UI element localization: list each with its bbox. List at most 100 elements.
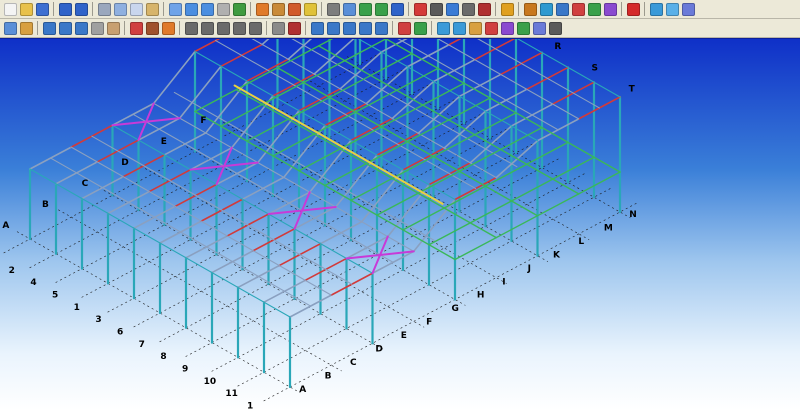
calculator-icon[interactable] bbox=[303, 2, 317, 16]
cut-icon[interactable] bbox=[216, 2, 230, 16]
shear-diagram-icon[interactable] bbox=[468, 21, 482, 35]
open-folder-icon[interactable] bbox=[19, 2, 33, 16]
pile-icon[interactable] bbox=[145, 21, 159, 35]
design-icon[interactable] bbox=[603, 2, 617, 16]
edit-icon[interactable] bbox=[271, 21, 285, 35]
grid-letter-label: K bbox=[553, 250, 561, 260]
window-icon[interactable] bbox=[168, 2, 182, 16]
display-icon[interactable] bbox=[681, 2, 695, 16]
footing-icon[interactable] bbox=[129, 21, 143, 35]
offset-icon[interactable] bbox=[358, 21, 372, 35]
stop-icon[interactable] bbox=[626, 2, 640, 16]
select-icon[interactable] bbox=[326, 2, 340, 16]
structural-model-canvas[interactable]: 124513678910111ABCDEFABCDEFGHIJKLMNMNOPQ… bbox=[0, 39, 800, 410]
dimension-icon[interactable] bbox=[429, 2, 443, 16]
toolbar-separator bbox=[408, 2, 409, 16]
print-icon[interactable] bbox=[97, 2, 111, 16]
grid-letter-label: E bbox=[401, 331, 407, 341]
grid-letter-label: R bbox=[554, 42, 561, 52]
redo-icon[interactable] bbox=[74, 2, 88, 16]
toolbar-separator bbox=[92, 2, 93, 16]
node-icon[interactable] bbox=[477, 2, 491, 16]
rotate-left-icon[interactable] bbox=[184, 2, 198, 16]
line-icon[interactable] bbox=[184, 21, 198, 35]
close-view-icon[interactable] bbox=[548, 21, 562, 35]
results-icon[interactable] bbox=[413, 21, 427, 35]
viewport-background bbox=[0, 39, 800, 410]
report-view-icon[interactable] bbox=[532, 21, 546, 35]
layers-icon[interactable] bbox=[255, 2, 269, 16]
rotate-right-icon[interactable] bbox=[200, 2, 214, 16]
report-icon[interactable] bbox=[287, 2, 301, 16]
node-edit-icon[interactable] bbox=[287, 21, 301, 35]
toolbar-separator bbox=[266, 21, 267, 35]
hinge-icon[interactable] bbox=[326, 21, 340, 35]
snap-icon[interactable] bbox=[445, 2, 459, 16]
3d-model-viewport[interactable]: 124513678910111ABCDEFABCDEFGHIJKLMNMNOPQ… bbox=[0, 39, 800, 410]
grid-letter-label: F bbox=[426, 318, 432, 328]
diagonal-icon[interactable] bbox=[200, 21, 214, 35]
toolbar-separator bbox=[431, 21, 432, 35]
table-icon[interactable] bbox=[271, 2, 285, 16]
grid-letter-label: D bbox=[121, 158, 128, 168]
grid-letter-label: T bbox=[629, 85, 636, 95]
run-analysis-icon[interactable] bbox=[397, 21, 411, 35]
grid-icon[interactable] bbox=[461, 2, 475, 16]
toolbar-separator bbox=[305, 21, 306, 35]
grid-letter-label: H bbox=[477, 291, 485, 301]
deformed-shape-icon[interactable] bbox=[436, 21, 450, 35]
brace-icon[interactable] bbox=[74, 21, 88, 35]
release-icon[interactable] bbox=[342, 21, 356, 35]
grid-letter-label: B bbox=[42, 200, 49, 210]
grid-letter-label: G bbox=[452, 304, 459, 314]
arc-icon[interactable] bbox=[248, 21, 262, 35]
member-icon[interactable] bbox=[555, 2, 569, 16]
print-preview-icon[interactable] bbox=[113, 2, 127, 16]
tree-icon[interactable] bbox=[232, 2, 246, 16]
grid-number-label: 7 bbox=[139, 340, 145, 350]
zoom-in-icon[interactable] bbox=[358, 2, 372, 16]
toolbar-separator bbox=[321, 2, 322, 16]
moment-diagram-icon[interactable] bbox=[452, 21, 466, 35]
cross-brace-icon[interactable] bbox=[232, 21, 246, 35]
material-icon[interactable] bbox=[523, 2, 537, 16]
axis-icon[interactable] bbox=[413, 2, 427, 16]
slab-icon[interactable] bbox=[90, 21, 104, 35]
axial-diagram-icon[interactable] bbox=[484, 21, 498, 35]
reaction-icon[interactable] bbox=[516, 21, 530, 35]
grid-number-label: 6 bbox=[117, 328, 123, 338]
grid-letter-label: I bbox=[502, 277, 505, 287]
paste-icon[interactable] bbox=[145, 2, 159, 16]
connect-icon[interactable] bbox=[374, 21, 388, 35]
toolbar-separator bbox=[621, 2, 622, 16]
grid-number-label: 11 bbox=[225, 389, 238, 399]
bracing-icon[interactable] bbox=[216, 21, 230, 35]
save-icon[interactable] bbox=[35, 2, 49, 16]
camera-icon[interactable] bbox=[649, 2, 663, 16]
measure-icon[interactable] bbox=[500, 2, 514, 16]
new-document-icon[interactable] bbox=[3, 2, 17, 16]
column-icon[interactable] bbox=[42, 21, 56, 35]
copy-icon[interactable] bbox=[129, 2, 143, 16]
section-icon[interactable] bbox=[539, 2, 553, 16]
grid-letter-label: M bbox=[604, 223, 613, 233]
wall-icon[interactable] bbox=[106, 21, 120, 35]
grid-letter-label: A bbox=[299, 385, 306, 395]
stress-icon[interactable] bbox=[500, 21, 514, 35]
beam-icon[interactable] bbox=[58, 21, 72, 35]
foundation-icon[interactable] bbox=[161, 21, 175, 35]
load-icon[interactable] bbox=[571, 2, 585, 16]
pan-icon[interactable] bbox=[342, 2, 356, 16]
structure-icon[interactable] bbox=[19, 21, 33, 35]
toolbar-separator bbox=[124, 21, 125, 35]
zoom-window-icon[interactable] bbox=[390, 2, 404, 16]
render-icon[interactable] bbox=[665, 2, 679, 16]
support-icon[interactable] bbox=[310, 21, 324, 35]
check-icon[interactable] bbox=[587, 2, 601, 16]
grid-number-label: 9 bbox=[182, 365, 188, 375]
zoom-out-icon[interactable] bbox=[374, 2, 388, 16]
grid-number-label: 2 bbox=[9, 266, 15, 276]
grid-letter-label: S bbox=[591, 63, 597, 73]
model-view-icon[interactable] bbox=[3, 21, 17, 35]
undo-icon[interactable] bbox=[58, 2, 72, 16]
